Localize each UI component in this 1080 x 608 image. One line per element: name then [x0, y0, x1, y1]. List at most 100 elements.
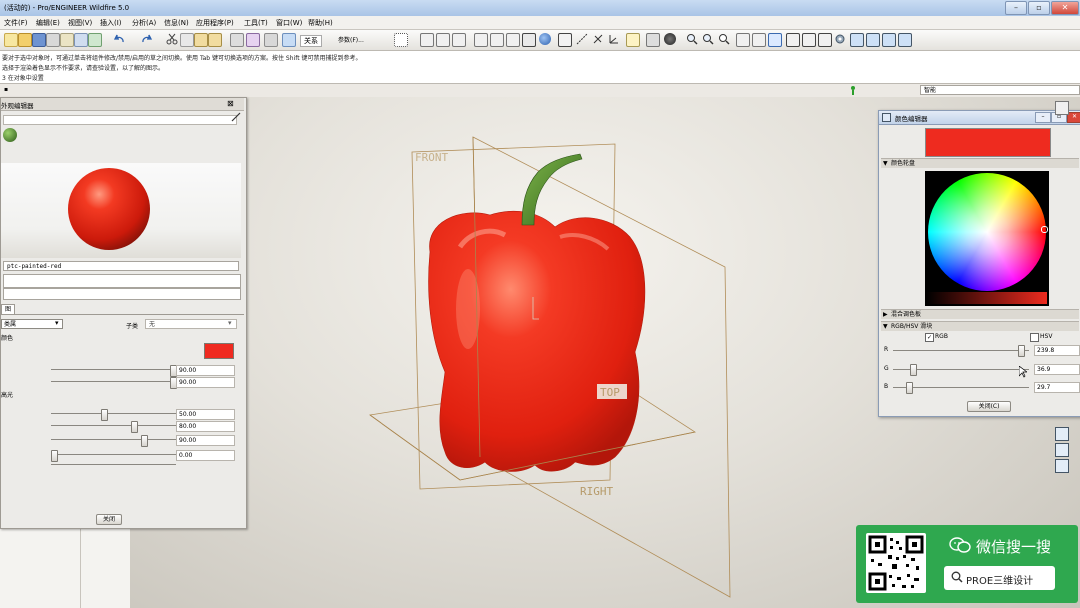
slider-value-field[interactable]: 50.00 [176, 409, 235, 420]
coordinate-system-icon[interactable] [608, 33, 620, 45]
slider-thumb[interactable] [131, 421, 138, 433]
wireframe-icon[interactable] [474, 33, 488, 47]
keywords-field[interactable] [3, 288, 241, 300]
copy-icon[interactable] [180, 33, 194, 47]
slider-value-field[interactable]: 90.00 [176, 377, 235, 388]
close-button[interactable]: 关闭(C) [967, 401, 1011, 412]
paste-icon[interactable] [194, 33, 208, 47]
rgb-checkbox[interactable]: ✓ [925, 333, 934, 342]
eyedropper-icon[interactable] [231, 112, 241, 122]
zoom-out-icon[interactable] [702, 33, 714, 45]
close-icon[interactable]: ⊠ [227, 99, 234, 108]
color-wheel-section[interactable]: ▼ 颜色轮盘 [881, 158, 1079, 168]
subclass-select[interactable]: 无 [145, 319, 237, 329]
wheel-cursor[interactable] [1041, 226, 1048, 233]
open-file-icon[interactable] [18, 33, 32, 47]
refit-icon[interactable] [736, 33, 750, 47]
relations-button[interactable]: 关系 [300, 35, 322, 47]
menu-file[interactable]: 文件(F) [4, 18, 28, 28]
standard-orient-icon[interactable] [752, 33, 766, 47]
lights-icon[interactable] [898, 33, 912, 47]
slider-thumb[interactable] [101, 409, 108, 421]
slider-thumb[interactable] [51, 450, 58, 462]
orient-icon[interactable] [452, 33, 466, 47]
slider-value-field[interactable]: 90.00 [176, 435, 235, 446]
minimize-button[interactable]: – [1035, 112, 1051, 123]
new-file-icon[interactable] [4, 33, 18, 47]
close-button[interactable]: 关闭 [96, 514, 122, 525]
appearance-thumbnail-icon[interactable] [3, 128, 17, 142]
menu-edit[interactable]: 编辑(E) [36, 18, 60, 28]
menu-insert[interactable]: 插入(I) [100, 18, 122, 28]
section-view-icon[interactable] [818, 33, 832, 47]
menu-tools[interactable]: 工具(T) [244, 18, 268, 28]
layers-icon[interactable] [786, 33, 800, 47]
annotation-icon[interactable] [626, 33, 640, 47]
hidden-line-icon[interactable] [490, 33, 504, 47]
sketch-tool-icon[interactable] [1055, 427, 1069, 441]
rgb-hsv-section[interactable]: ▼ RGB/HSV 滑块 [881, 321, 1079, 331]
selection-filter-select[interactable]: 智能 [920, 85, 1080, 95]
cut-icon[interactable] [166, 33, 178, 45]
slider-thumb[interactable] [905, 382, 913, 394]
color-swatch-button[interactable] [204, 343, 234, 359]
print-icon[interactable] [46, 33, 60, 47]
view-style-icon[interactable] [664, 33, 676, 45]
appearance-gallery-icon[interactable] [539, 33, 551, 45]
class-select[interactable]: 类属 [1, 319, 63, 329]
render-icon[interactable] [850, 33, 864, 47]
spin-center-icon[interactable] [646, 33, 660, 47]
slider-value-field[interactable]: 90.00 [176, 365, 235, 376]
selection-filter-icon[interactable] [394, 33, 408, 47]
slider-value-field[interactable]: 0.00 [176, 450, 235, 461]
datum-display-icon[interactable] [282, 33, 296, 47]
scene-icon[interactable] [866, 33, 880, 47]
undo-icon[interactable] [113, 33, 126, 45]
datum-axis-icon[interactable] [576, 33, 588, 45]
appearance-list-field[interactable] [3, 115, 237, 125]
menu-analysis[interactable]: 分析(A) [132, 18, 156, 28]
shading-icon[interactable] [522, 33, 536, 47]
description-field[interactable] [3, 274, 241, 288]
room-icon[interactable] [882, 33, 896, 47]
minimize-button[interactable]: – [1005, 1, 1027, 15]
color-wheel-panel[interactable] [925, 171, 1049, 306]
redo-icon[interactable] [140, 33, 153, 45]
find-icon[interactable] [246, 33, 260, 47]
extrude-tool-icon[interactable] [1055, 443, 1069, 457]
close-window-button[interactable]: ✕ [1051, 1, 1079, 15]
datum-point-icon[interactable] [592, 33, 604, 45]
hsv-checkbox[interactable] [1030, 333, 1039, 342]
mixer-section[interactable]: ▶ 混合调色板 [881, 309, 1079, 319]
paste-special-icon[interactable] [208, 33, 222, 47]
repaint-icon[interactable] [420, 33, 434, 47]
save-icon[interactable] [32, 33, 46, 47]
maximize-button[interactable]: ▫ [1028, 1, 1050, 15]
saved-views-icon[interactable] [768, 33, 782, 47]
view-manager-icon[interactable] [436, 33, 450, 47]
model-tree-icon[interactable] [802, 33, 816, 47]
menu-window[interactable]: 窗口(W) [276, 18, 302, 28]
select-box-icon[interactable] [264, 33, 278, 47]
material-name-field[interactable]: ptc-painted-red [3, 261, 239, 271]
slider-thumb[interactable] [141, 435, 148, 447]
datum-plane-tool-icon[interactable] [1055, 101, 1069, 115]
menu-help[interactable]: 帮助(H) [308, 18, 333, 28]
menu-info[interactable]: 信息(N) [164, 18, 189, 28]
zoom-fit-icon[interactable] [718, 33, 730, 45]
wechat-search-box[interactable]: PROE三维设计 [944, 566, 1055, 590]
no-hidden-icon[interactable] [506, 33, 520, 47]
email-icon[interactable] [60, 33, 74, 47]
brightness-bar[interactable] [927, 292, 1047, 304]
regenerate-icon[interactable] [88, 33, 102, 47]
datum-plane-display-icon[interactable] [558, 33, 572, 47]
window-icon[interactable] [74, 33, 88, 47]
zoom-in-icon[interactable] [686, 33, 698, 45]
settings-gear-icon[interactable] [834, 33, 846, 45]
parameters-button[interactable]: 参数(F)... [338, 35, 364, 44]
regen-part-icon[interactable] [230, 33, 244, 47]
menu-view[interactable]: 视图(V) [68, 18, 92, 28]
revolve-tool-icon[interactable] [1055, 459, 1069, 473]
menu-applications[interactable]: 应用程序(P) [196, 18, 234, 28]
slider-thumb[interactable] [1017, 345, 1025, 357]
